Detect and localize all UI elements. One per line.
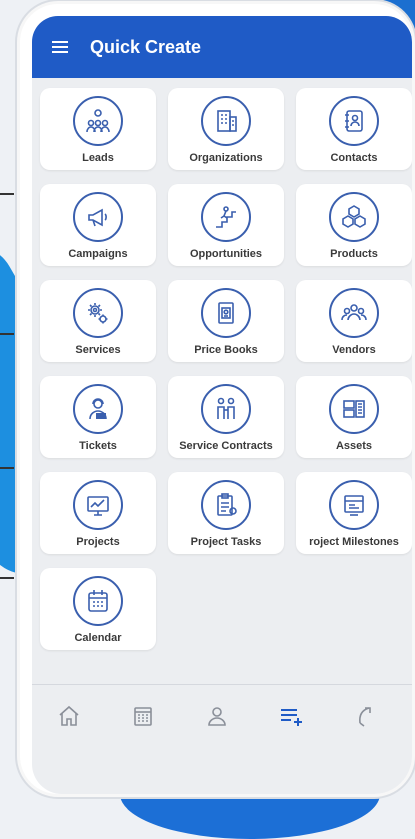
handshake-icon [201,384,251,434]
tile-service-contracts[interactable]: Service Contracts [168,376,284,458]
nav-contacts[interactable] [197,696,237,736]
tile-projects[interactable]: Projects [40,472,156,554]
tile-assets[interactable]: Assets [296,376,412,458]
app-bar: Quick Create [32,16,412,78]
price-book-icon [201,288,251,338]
tile-label: Campaigns [68,248,128,260]
boxes-icon [329,192,379,242]
divider [0,467,14,469]
milestone-icon [329,480,379,530]
building-icon [201,96,251,146]
vendors-group-icon [329,288,379,338]
tile-campaigns[interactable]: Campaigns [40,184,156,266]
calendar-icon [73,576,123,626]
tile-vendors[interactable]: Vendors [296,280,412,362]
tile-label: roject Milestones [309,536,399,548]
nav-quick-create[interactable] [271,696,311,736]
tile-services[interactable]: Services [40,280,156,362]
tile-price-books[interactable]: Price Books [168,280,284,362]
app-screen: Quick Create Leads Organizations Contact… [32,16,412,794]
tile-label: Project Tasks [190,536,262,548]
tile-label: Opportunities [189,248,263,260]
bottom-navigation [32,684,412,747]
home-icon [59,705,79,726]
gears-icon [73,288,123,338]
tile-leads[interactable]: Leads [40,88,156,170]
tile-label: Contacts [330,152,378,164]
tile-organizations[interactable]: Organizations [168,88,284,170]
tile-opportunities[interactable]: Opportunities [168,184,284,266]
tile-contacts[interactable]: Contacts [296,88,412,170]
nav-home[interactable] [49,696,89,736]
tile-label: Price Books [194,344,258,356]
assets-icon [329,384,379,434]
tile-project-tasks[interactable]: Project Tasks [168,472,284,554]
people-hierarchy-icon [73,96,123,146]
tile-label: Calendar [74,632,122,644]
tile-label: Services [75,344,121,356]
address-book-icon [329,96,379,146]
tile-label: Projects [76,536,120,548]
project-board-icon [73,480,123,530]
tile-products[interactable]: Products [296,184,412,266]
tile-label: Products [330,248,378,260]
divider [0,193,14,195]
tile-label: Assets [335,440,373,452]
hamburger-menu-icon[interactable] [52,41,68,53]
phone-frame: Quick Create Leads Organizations Contact… [20,4,412,794]
tile-label: Tickets [79,440,117,452]
person-icon [208,707,226,726]
quick-create-grid: Leads Organizations Contacts Campaigns O… [40,88,412,650]
megaphone-icon [73,192,123,242]
tile-project-milestones[interactable]: roject Milestones [296,472,412,554]
tile-label: Service Contracts [179,440,273,452]
divider [0,577,14,579]
climbing-stairs-icon [201,192,251,242]
tile-calendar[interactable]: Calendar [40,568,156,650]
page-title: Quick Create [90,36,202,57]
quick-create-icon [281,709,302,726]
nav-history[interactable] [345,696,385,736]
history-icon [359,707,371,727]
task-clipboard-icon [201,480,251,530]
calendar-icon [134,707,152,726]
support-agent-icon [73,384,123,434]
tile-tickets[interactable]: Tickets [40,376,156,458]
tile-label: Vendors [332,344,376,356]
nav-calendar[interactable] [123,696,163,736]
tile-label: Organizations [189,152,263,164]
divider [0,333,14,335]
tile-label: Leads [82,152,114,164]
